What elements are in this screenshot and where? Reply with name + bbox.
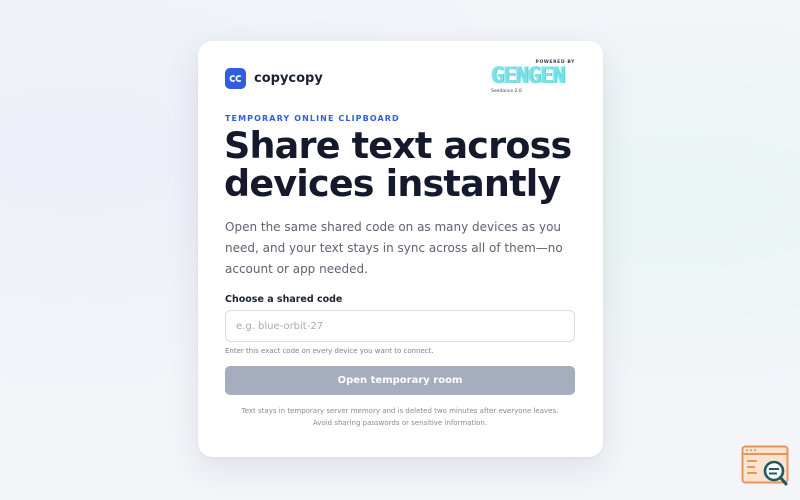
open-room-button[interactable]: Open temporary room xyxy=(225,366,575,395)
join-card: copycopy POWERED BY GENGEN Seedance 2.0 … xyxy=(198,41,603,457)
shared-code-hint: Enter this exact code on every device yo… xyxy=(225,347,434,355)
browser-search-icon[interactable] xyxy=(741,445,791,489)
page-description: Open the same shared code on as many dev… xyxy=(225,220,563,276)
shared-code-label: Choose a shared code xyxy=(225,294,343,305)
brand-name: copycopy xyxy=(254,71,323,86)
powered-by-badge[interactable]: POWERED BY GENGEN Seedance 2.0 xyxy=(491,60,575,94)
gengen-logo: GENGEN xyxy=(491,64,565,89)
page-title: Share text across devices instantly xyxy=(224,124,572,205)
brand[interactable]: copycopy xyxy=(225,68,323,89)
privacy-note-line-1: Text stays in temporary server memory an… xyxy=(241,407,559,415)
privacy-note-line-2: Avoid sharing passwords or sensitive inf… xyxy=(312,419,488,427)
powered-by-subtitle: Seedance 2.0 xyxy=(491,89,522,94)
eyebrow-label: TEMPORARY ONLINE CLIPBOARD xyxy=(225,114,400,123)
privacy-note: Text stays in temporary server memory an… xyxy=(225,405,575,429)
shared-code-input[interactable] xyxy=(225,310,575,342)
copycopy-logo-icon xyxy=(225,68,246,89)
